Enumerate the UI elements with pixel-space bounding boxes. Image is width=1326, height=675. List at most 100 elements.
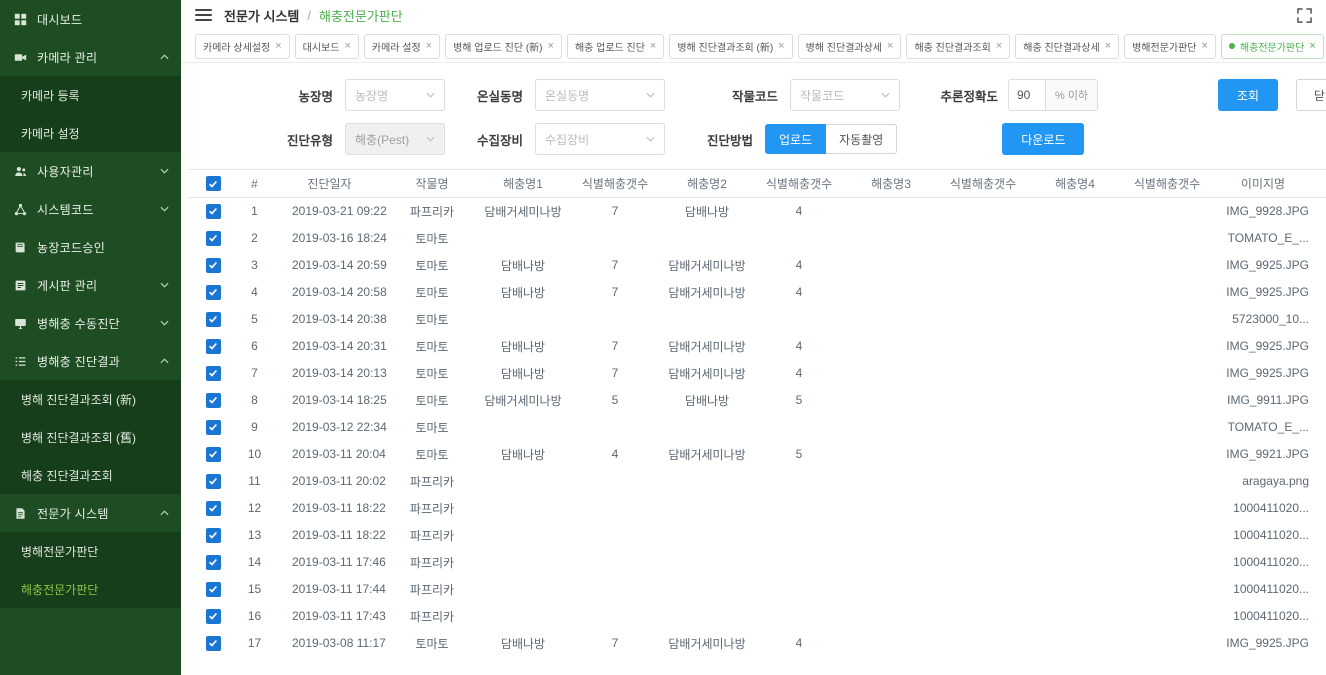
row-checkbox[interactable] <box>206 285 221 300</box>
row-checkbox[interactable] <box>206 555 221 570</box>
tab-2[interactable]: 카메라 설정× <box>364 34 440 59</box>
equipment-select[interactable]: 수집장비 <box>535 123 665 155</box>
close-tab-icon[interactable]: × <box>1309 41 1315 52</box>
select-all-checkbox[interactable] <box>206 176 221 191</box>
download-button[interactable]: 다운로드 <box>1002 123 1084 155</box>
table-row[interactable]: 112019-03-11 20:02:41파프리카aragaya.png2019 <box>189 468 1326 495</box>
table-row[interactable]: 32019-03-14 20:59:38토마토담배나방7담배거세미나방4IMG_… <box>189 252 1326 279</box>
method-upload-button[interactable]: 업로드 <box>765 124 826 154</box>
tab-8[interactable]: 해충 진단결과상세× <box>1015 34 1119 59</box>
table-row[interactable]: 122019-03-11 18:22:20파프리카1000411020...20… <box>189 495 1326 522</box>
column-header[interactable]: 해충명4 <box>1029 170 1121 198</box>
column-header[interactable] <box>1313 170 1326 198</box>
sidebar-subitem[interactable]: 병해 진단결과조회 (新) <box>0 380 181 418</box>
table-row[interactable]: 152019-03-11 17:44:33파프리카1000411020...20… <box>189 576 1326 603</box>
close-tab-icon[interactable]: × <box>275 41 281 52</box>
row-checkbox[interactable] <box>206 204 221 219</box>
column-header[interactable]: 해충명2 <box>661 170 753 198</box>
table-row[interactable]: 172019-03-08 11:17:59토마토담배나방7담배거세미나방4IMG… <box>189 630 1326 657</box>
table-row[interactable]: 142019-03-11 17:46:58파프리카1000411020...20… <box>189 549 1326 576</box>
row-checkbox[interactable] <box>206 528 221 543</box>
row-checkbox[interactable] <box>206 393 221 408</box>
row-checkbox[interactable] <box>206 501 221 516</box>
row-checkbox[interactable] <box>206 312 221 327</box>
table-row[interactable]: 42019-03-14 20:58:46토마토담배나방7담배거세미나방4IMG_… <box>189 279 1326 306</box>
column-header[interactable]: 해충명3 <box>845 170 937 198</box>
close-tab-icon[interactable]: × <box>344 41 350 52</box>
sidebar-item-1[interactable]: 카메라 관리 <box>0 38 181 76</box>
row-checkbox[interactable] <box>206 366 221 381</box>
diagnosis-type-select[interactable]: 해충(Pest) <box>345 123 445 155</box>
table-row[interactable]: 162019-03-11 17:43:34파프리카1000411020...20… <box>189 603 1326 630</box>
table-row[interactable]: 72019-03-14 20:13:53토마토담배나방7담배거세미나방4IMG_… <box>189 360 1326 387</box>
column-header[interactable]: 식별해충갯수 <box>937 170 1029 198</box>
accuracy-input[interactable] <box>1008 79 1046 111</box>
tab-7[interactable]: 해충 진단결과조회× <box>906 34 1010 59</box>
farm-select[interactable]: 농장명 <box>345 79 445 111</box>
row-checkbox[interactable] <box>206 636 221 651</box>
column-header[interactable]: 식별해충갯수 <box>753 170 845 198</box>
table-row[interactable]: 132019-03-11 18:22:03파프리카1000411020...20… <box>189 522 1326 549</box>
table-row[interactable]: 52019-03-14 20:38:56토마토5723000_10...2018 <box>189 306 1326 333</box>
tab-5[interactable]: 병해 진단결과조회 (新)× <box>669 34 792 59</box>
sidebar-item-4[interactable]: 농장코드승인 <box>0 228 181 266</box>
row-checkbox[interactable] <box>206 582 221 597</box>
table-row[interactable]: 22019-03-16 18:24:43토마토TOMATO_E_...2019 <box>189 225 1326 252</box>
sidebar-item-5[interactable]: 게시판 관리 <box>0 266 181 304</box>
sidebar-item-0[interactable]: 대시보드 <box>0 0 181 38</box>
table-row[interactable]: 12019-03-21 09:22:00파프리카담배거세미나방7담배나방4IMG… <box>189 198 1326 225</box>
row-checkbox[interactable] <box>206 474 221 489</box>
sidebar-subitem[interactable]: 카메라 설정 <box>0 114 181 152</box>
column-header[interactable]: 해충명1 <box>477 170 569 198</box>
sidebar-subitem[interactable]: 해충 진단결과조회 <box>0 456 181 494</box>
close-tab-icon[interactable]: × <box>426 41 432 52</box>
tab-1[interactable]: 대시보드× <box>295 34 359 59</box>
sidebar-subitem[interactable]: 병해 진단결과조회 (舊) <box>0 418 181 456</box>
row-checkbox[interactable] <box>206 420 221 435</box>
close-tab-icon[interactable]: × <box>887 41 893 52</box>
search-button[interactable]: 조회 <box>1218 79 1278 111</box>
table-row[interactable]: 82019-03-14 18:25:32토마토담배거세미나방5담배나방5IMG_… <box>189 387 1326 414</box>
column-header[interactable]: 식별해충갯수 <box>1121 170 1213 198</box>
sidebar-item-7[interactable]: 병해충 진단결과 <box>0 342 181 380</box>
tab-10[interactable]: 해충전문가판단× <box>1221 34 1324 59</box>
tab-9[interactable]: 병해전문가판단× <box>1124 34 1216 59</box>
table-row[interactable]: 92019-03-12 22:34:44토마토TOMATO_E_...2019 <box>189 414 1326 441</box>
close-tab-icon[interactable]: × <box>548 41 554 52</box>
row-checkbox[interactable] <box>206 231 221 246</box>
row-checkbox[interactable] <box>206 258 221 273</box>
tab-6[interactable]: 병해 진단결과상세× <box>798 34 902 59</box>
close-tab-icon[interactable]: × <box>1105 41 1111 52</box>
fullscreen-icon[interactable] <box>1297 8 1312 23</box>
close-tab-icon[interactable]: × <box>996 41 1002 52</box>
close-button[interactable]: 닫기 <box>1296 79 1326 111</box>
column-header[interactable]: 식별해충갯수 <box>569 170 661 198</box>
table-row[interactable]: 62019-03-14 20:31:03토마토담배나방7담배거세미나방4IMG_… <box>189 333 1326 360</box>
column-header[interactable]: 이미지명 <box>1213 170 1313 198</box>
column-header[interactable]: # <box>237 170 272 198</box>
sidebar-item-2[interactable]: 사용자관리 <box>0 152 181 190</box>
sidebar-item-6[interactable]: 병해충 수동진단 <box>0 304 181 342</box>
row-checkbox[interactable] <box>206 609 221 624</box>
tab-4[interactable]: 해충 업로드 진단× <box>567 34 664 59</box>
tab-3[interactable]: 병해 업로드 진단 (新)× <box>445 34 562 59</box>
sidebar-item-3[interactable]: 시스템코드 <box>0 190 181 228</box>
column-header[interactable]: 작물명 <box>387 170 477 198</box>
method-auto-button[interactable]: 자동촬영 <box>826 124 897 154</box>
close-tab-icon[interactable]: × <box>1202 41 1208 52</box>
sidebar-subitem[interactable]: 해충전문가판단 <box>0 570 181 608</box>
row-checkbox[interactable] <box>206 339 221 354</box>
row-checkbox[interactable] <box>206 447 221 462</box>
sidebar-subitem[interactable]: 카메라 등록 <box>0 76 181 114</box>
close-tab-icon[interactable]: × <box>778 41 784 52</box>
crop-code-select[interactable]: 작물코드 <box>790 79 900 111</box>
table-cell: 5723000_10... <box>1213 306 1313 333</box>
tab-0[interactable]: 카메라 상세설정× <box>195 34 290 59</box>
close-tab-icon[interactable]: × <box>650 41 656 52</box>
greenhouse-select[interactable]: 온실동명 <box>535 79 665 111</box>
column-header[interactable]: 진단일자 <box>272 170 387 198</box>
sidebar-subitem[interactable]: 병해전문가판단 <box>0 532 181 570</box>
menu-toggle-icon[interactable] <box>195 9 212 21</box>
sidebar-item-8[interactable]: 전문가 시스템 <box>0 494 181 532</box>
table-row[interactable]: 102019-03-11 20:04:40토마토담배나방4담배거세미나방5IMG… <box>189 441 1326 468</box>
